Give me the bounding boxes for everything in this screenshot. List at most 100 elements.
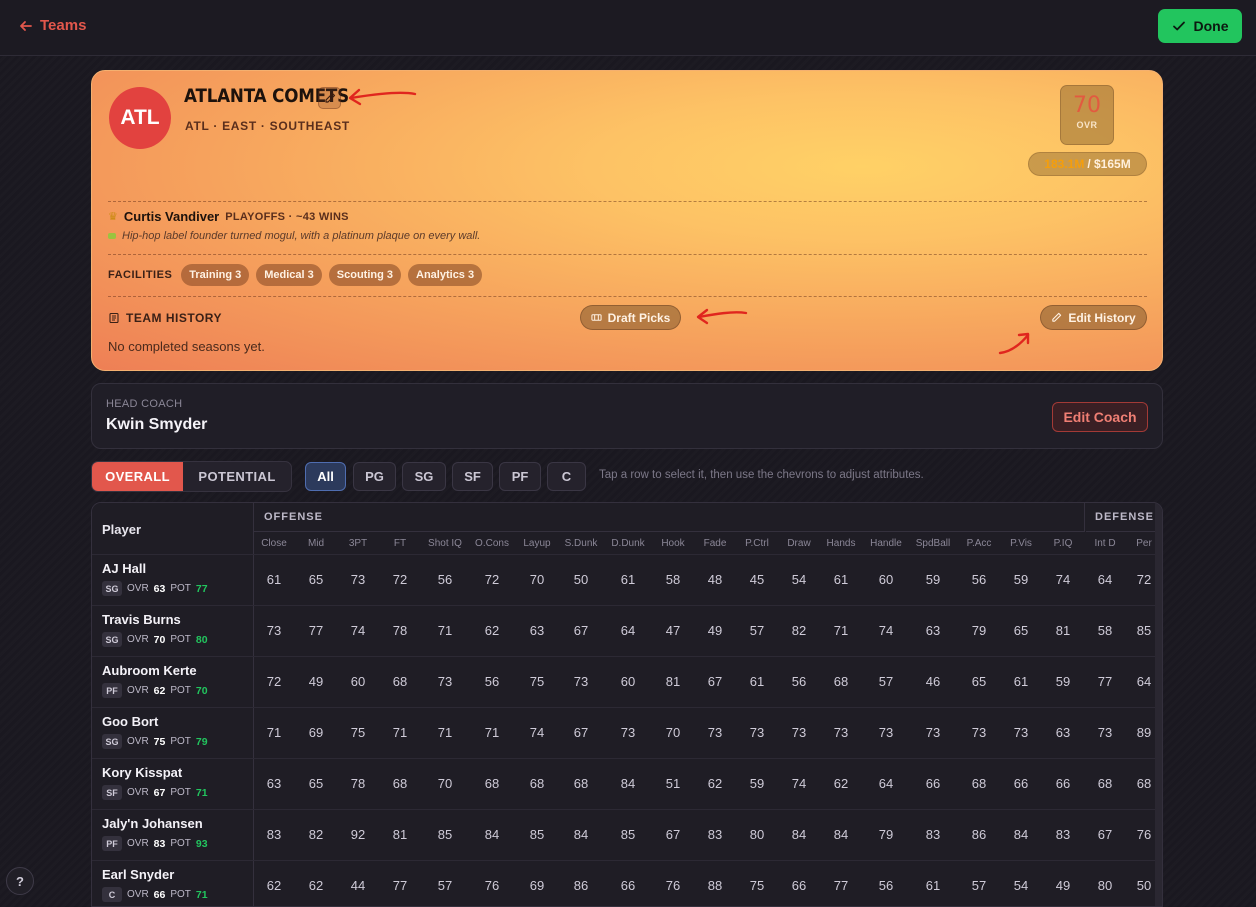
table-row[interactable]: Travis Burns SG OVR 70 POT 80 (92, 605, 254, 656)
attribute-cell[interactable]: 63 (254, 776, 294, 791)
attribute-cell[interactable]: 72 (472, 572, 512, 587)
attribute-cell[interactable]: 80 (737, 827, 777, 842)
attribute-cell[interactable]: 84 (779, 827, 819, 842)
attribute-cell[interactable]: 66 (608, 878, 648, 893)
attribute-cell[interactable]: 48 (695, 572, 735, 587)
attribute-cell[interactable]: 76 (653, 878, 693, 893)
attribute-cell[interactable]: 62 (254, 878, 294, 893)
attribute-cell[interactable]: 62 (821, 776, 861, 791)
attribute-cell[interactable]: 80 (1085, 878, 1125, 893)
done-button[interactable]: Done (1158, 9, 1242, 43)
attribute-cell[interactable]: 68 (517, 776, 557, 791)
attribute-cell[interactable]: 84 (821, 827, 861, 842)
attribute-cell[interactable]: 77 (380, 878, 420, 893)
attribute-cell[interactable]: 77 (296, 623, 336, 638)
attribute-cell[interactable]: 84 (1001, 827, 1041, 842)
attribute-cell[interactable]: 83 (254, 827, 294, 842)
attribute-cell[interactable]: 66 (913, 776, 953, 791)
facility-chip-analytics[interactable]: Analytics 3 (408, 264, 483, 286)
attribute-cell[interactable]: 81 (380, 827, 420, 842)
attribute-cell[interactable]: 64 (866, 776, 906, 791)
attribute-cell[interactable]: 77 (1085, 674, 1125, 689)
attribute-cell[interactable]: 78 (380, 623, 420, 638)
table-row[interactable]: Goo Bort SG OVR 75 POT 79 (92, 707, 254, 758)
edit-team-name-button[interactable] (318, 87, 341, 109)
attribute-cell[interactable]: 61 (254, 572, 294, 587)
column-header[interactable]: O.Cons (467, 538, 517, 549)
attribute-cell[interactable]: 64 (608, 623, 648, 638)
attribute-cell[interactable]: 85 (517, 827, 557, 842)
position-filter-all[interactable]: All (305, 462, 346, 491)
column-header[interactable]: Hands (816, 538, 866, 549)
attribute-cell[interactable]: 49 (296, 674, 336, 689)
attribute-cell[interactable]: 62 (695, 776, 735, 791)
attribute-cell[interactable]: 61 (737, 674, 777, 689)
attribute-cell[interactable]: 66 (1001, 776, 1041, 791)
attribute-cell[interactable]: 68 (1085, 776, 1125, 791)
table-row[interactable]: AJ Hall SG OVR 63 POT 77 (92, 554, 254, 605)
facility-chip-medical[interactable]: Medical 3 (256, 264, 322, 286)
attribute-cell[interactable]: 68 (821, 674, 861, 689)
attribute-cell[interactable]: 74 (1043, 572, 1083, 587)
attribute-cell[interactable]: 63 (517, 623, 557, 638)
attribute-cell[interactable]: 59 (913, 572, 953, 587)
attribute-cell[interactable]: 59 (1043, 674, 1083, 689)
attribute-cell[interactable]: 67 (1085, 827, 1125, 842)
attribute-cell[interactable]: 73 (254, 623, 294, 638)
attribute-cell[interactable]: 69 (517, 878, 557, 893)
attribute-cell[interactable]: 57 (959, 878, 999, 893)
attribute-cell[interactable]: 62 (296, 878, 336, 893)
attribute-cell[interactable]: 65 (959, 674, 999, 689)
column-header[interactable]: SpdBall (908, 538, 958, 549)
attribute-cell[interactable]: 56 (779, 674, 819, 689)
attribute-cell[interactable]: 73 (561, 674, 601, 689)
attribute-cell[interactable]: 67 (653, 827, 693, 842)
attribute-cell[interactable]: 75 (517, 674, 557, 689)
attribute-cell[interactable]: 59 (1001, 572, 1041, 587)
attribute-cell[interactable]: 68 (380, 674, 420, 689)
attribute-cell[interactable]: 61 (608, 572, 648, 587)
attribute-cell[interactable]: 56 (425, 572, 465, 587)
attribute-cell[interactable]: 73 (737, 725, 777, 740)
position-filter-pf[interactable]: PF (499, 462, 541, 491)
attribute-cell[interactable]: 63 (913, 623, 953, 638)
attribute-cell[interactable]: 83 (695, 827, 735, 842)
column-header[interactable]: FT (375, 538, 425, 549)
attribute-cell[interactable]: 65 (296, 572, 336, 587)
attribute-cell[interactable]: 44 (338, 878, 378, 893)
table-row[interactable]: Jaly'n Johansen PF OVR 83 POT 93 (92, 809, 254, 860)
attribute-cell[interactable]: 54 (1001, 878, 1041, 893)
attribute-cell[interactable]: 62 (472, 623, 512, 638)
attribute-cell[interactable]: 74 (866, 623, 906, 638)
edit-history-button[interactable]: Edit History (1040, 305, 1147, 330)
attribute-cell[interactable]: 85 (608, 827, 648, 842)
attribute-cell[interactable]: 79 (959, 623, 999, 638)
attribute-cell[interactable]: 65 (296, 776, 336, 791)
attribute-cell[interactable]: 72 (380, 572, 420, 587)
position-filter-sg[interactable]: SG (402, 462, 446, 491)
attribute-cell[interactable]: 84 (608, 776, 648, 791)
attribute-cell[interactable]: 73 (608, 725, 648, 740)
attribute-cell[interactable]: 78 (338, 776, 378, 791)
table-row[interactable]: Kory Kisspat SF OVR 67 POT 71 (92, 758, 254, 809)
attribute-cell[interactable]: 58 (653, 572, 693, 587)
attribute-cell[interactable]: 70 (517, 572, 557, 587)
attribute-cell[interactable]: 61 (1001, 674, 1041, 689)
attribute-cell[interactable]: 61 (821, 572, 861, 587)
attribute-cell[interactable]: 68 (380, 776, 420, 791)
attribute-cell[interactable]: 82 (296, 827, 336, 842)
column-header[interactable]: Layup (512, 538, 562, 549)
attribute-cell[interactable]: 84 (472, 827, 512, 842)
attribute-cell[interactable]: 45 (737, 572, 777, 587)
attribute-cell[interactable]: 73 (1001, 725, 1041, 740)
edit-coach-button[interactable]: Edit Coach (1052, 402, 1148, 432)
attribute-cell[interactable]: 69 (296, 725, 336, 740)
tab-overall[interactable]: OVERALL (92, 462, 184, 491)
attribute-cell[interactable]: 73 (779, 725, 819, 740)
attribute-cell[interactable]: 72 (254, 674, 294, 689)
help-button[interactable]: ? (6, 867, 34, 895)
column-header[interactable]: Shot IQ (420, 538, 470, 549)
attribute-cell[interactable]: 50 (561, 572, 601, 587)
attribute-cell[interactable]: 74 (338, 623, 378, 638)
attribute-cell[interactable]: 67 (695, 674, 735, 689)
